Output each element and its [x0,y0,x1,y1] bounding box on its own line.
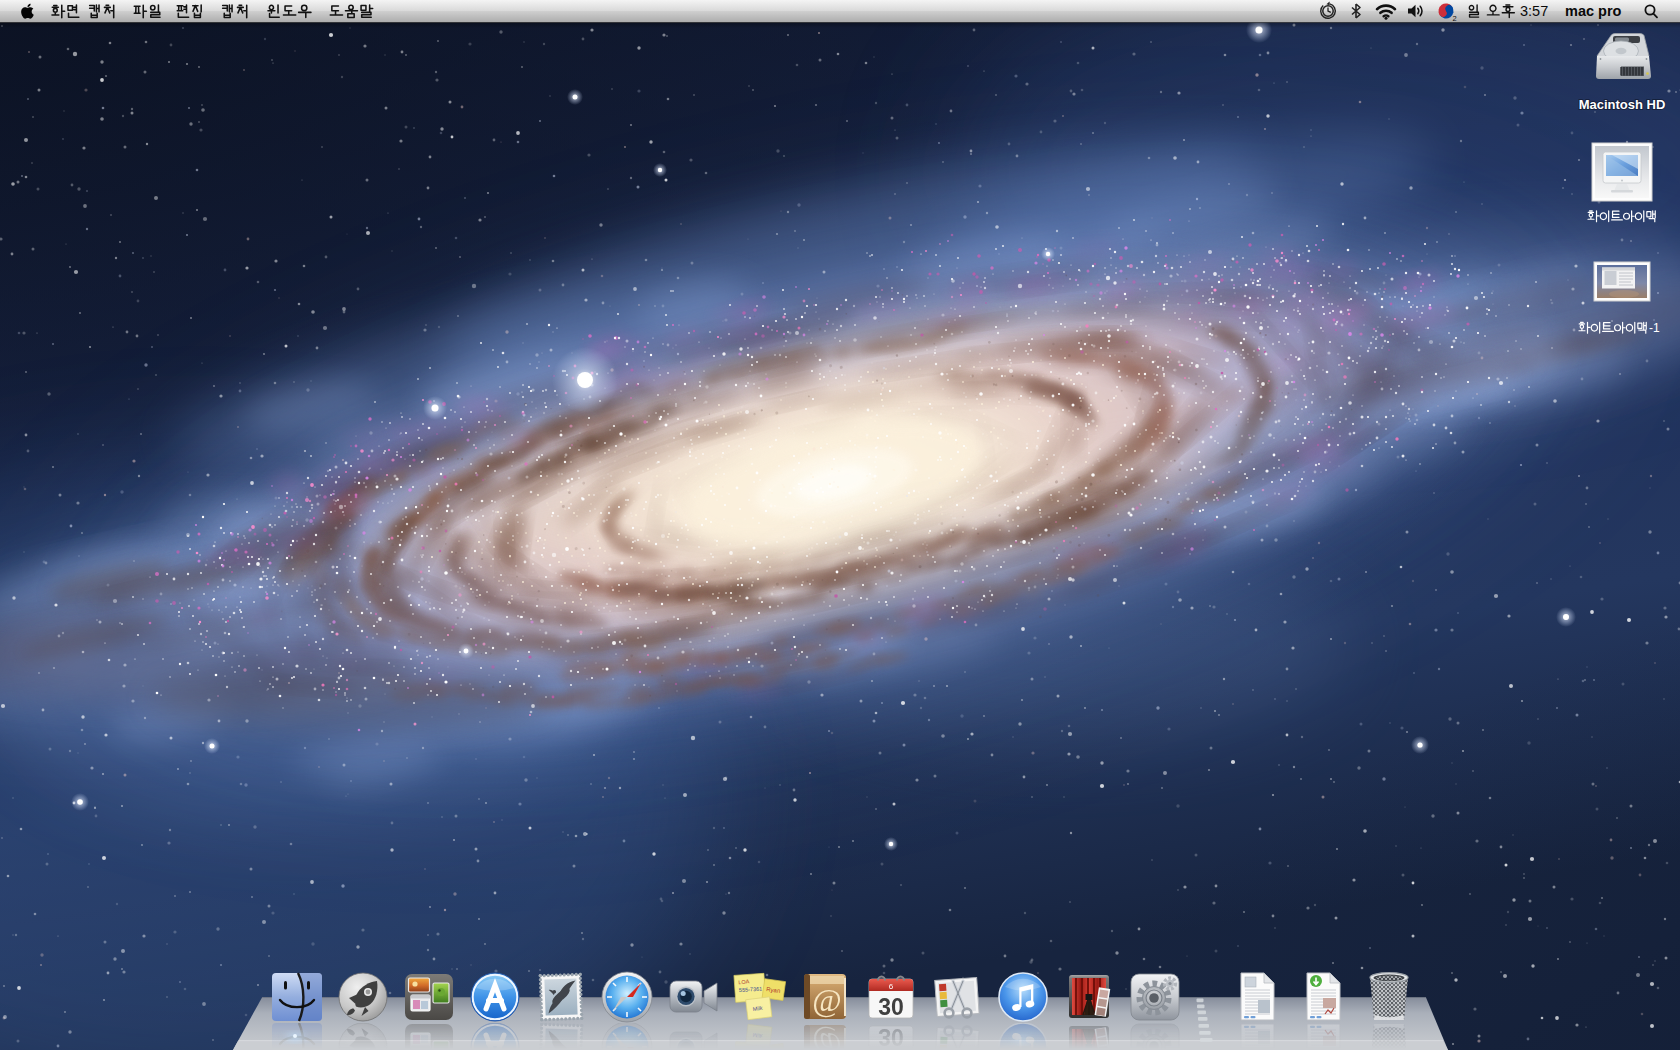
svg-text:30: 30 [878,994,904,1020]
svg-text:2: 2 [1453,14,1457,23]
svg-text:3:57: 3:57 [1520,3,1548,19]
svg-text:Macintosh HD: Macintosh HD [1579,97,1666,112]
svg-text:mac pro: mac pro [1565,3,1622,19]
svg-text:Milk: Milk [752,1005,763,1012]
svg-text:-1: -1 [1649,321,1660,335]
svg-text:6: 6 [889,982,894,991]
svg-text:LOA: LOA [738,978,750,985]
svg-text:@: @ [812,982,841,1018]
